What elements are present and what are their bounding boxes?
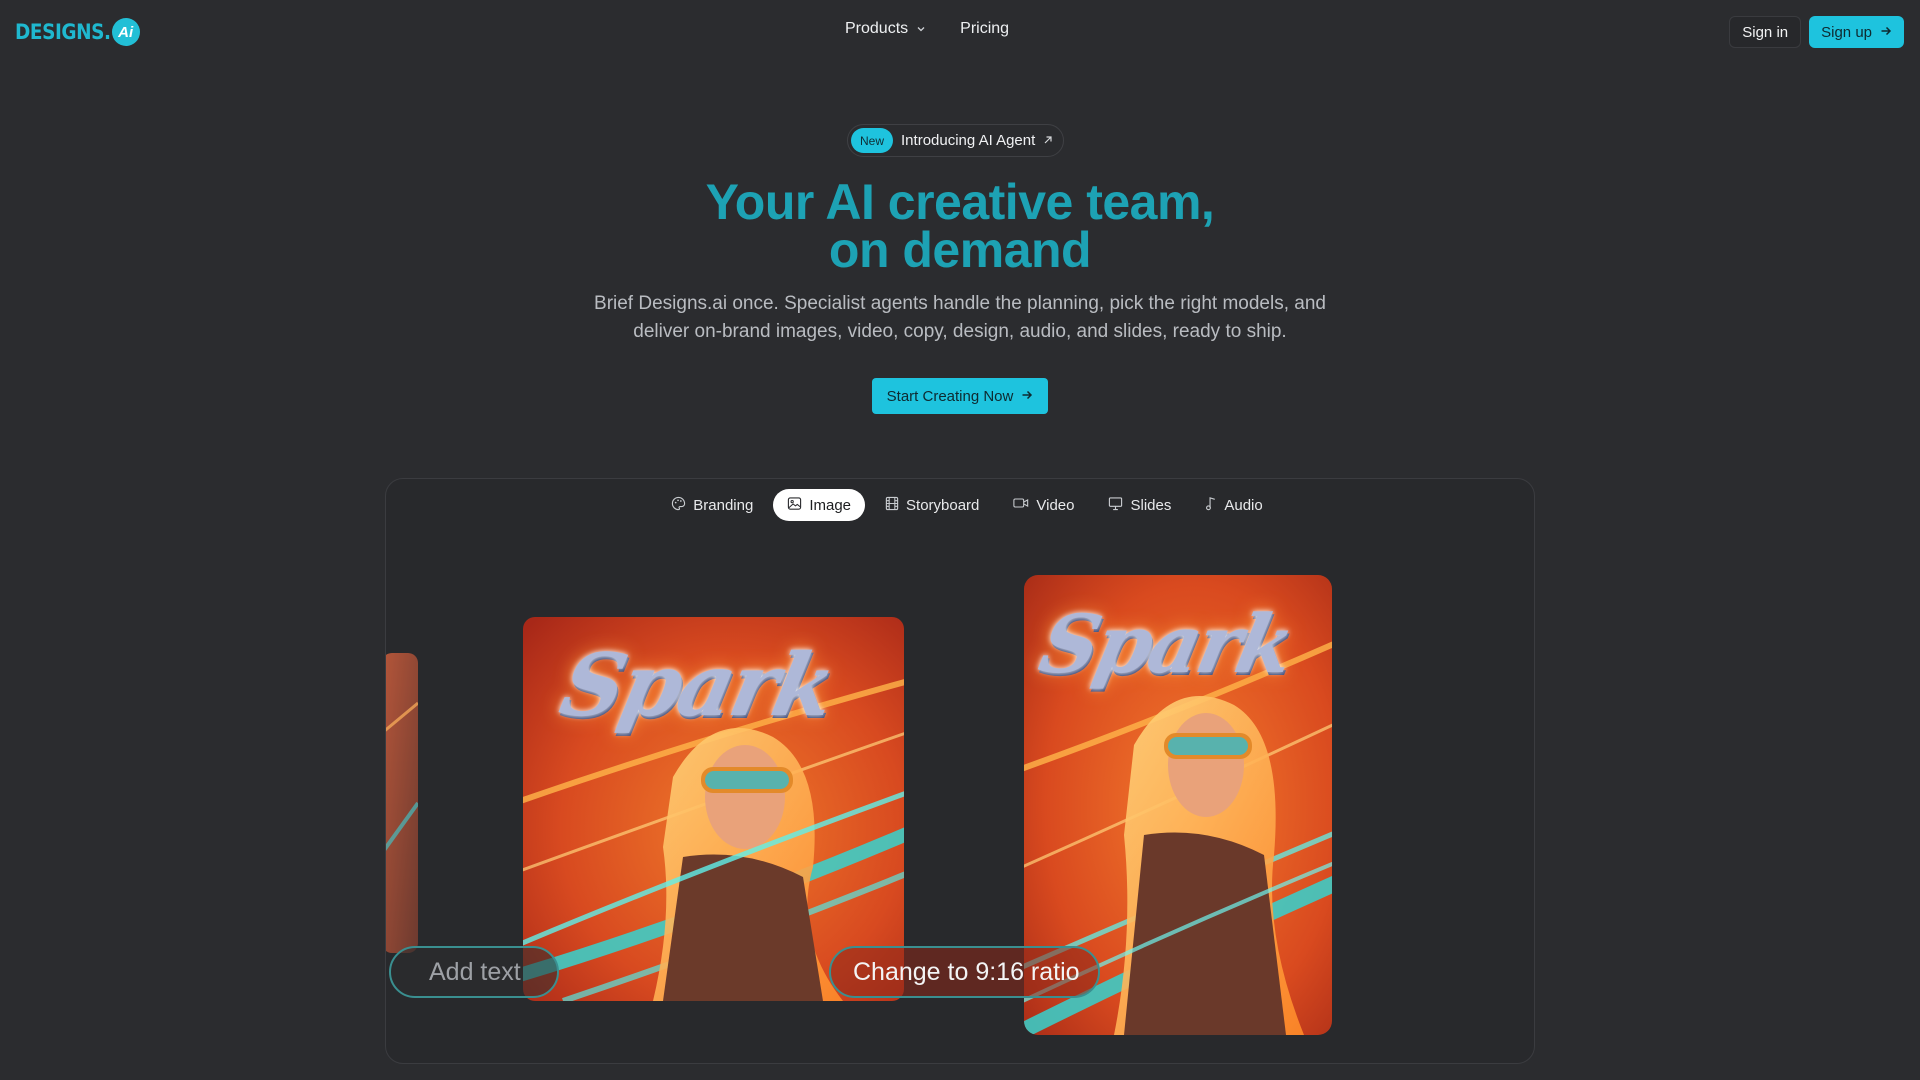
- change-ratio-chip[interactable]: Change to 9:16 ratio: [829, 946, 1100, 998]
- arrow-up-right-icon: [1043, 132, 1053, 149]
- logo-badge: Ai: [111, 18, 140, 46]
- tab-video-label: Video: [1036, 496, 1075, 514]
- logo-text: DESIGNS.: [15, 20, 111, 44]
- hero-subtitle-line2: deliver on-brand images, video, copy, de…: [633, 321, 1287, 342]
- film-icon: [885, 496, 899, 515]
- tab-audio-label: Audio: [1224, 496, 1263, 514]
- hero-title: Your AI creative team, on demand: [0, 177, 1920, 275]
- start-creating-button[interactable]: Start Creating Now: [872, 378, 1048, 414]
- tab-audio[interactable]: Audio: [1191, 489, 1276, 521]
- arrow-right-icon: [1021, 388, 1033, 405]
- hero-subtitle-line1: Brief Designs.ai once. Specialist agents…: [594, 293, 1326, 314]
- nav-products-label: Products: [845, 20, 909, 37]
- announcement-text: Introducing AI Agent: [901, 132, 1036, 149]
- showcase-panel: Branding Image Storyboard Video Slides A…: [385, 478, 1535, 1064]
- tab-storyboard-label: Storyboard: [906, 496, 980, 514]
- cta-label: Start Creating Now: [886, 387, 1014, 405]
- palette-icon: [671, 496, 686, 515]
- new-badge: New: [851, 128, 894, 153]
- add-text-chip[interactable]: Add text: [389, 946, 559, 998]
- tab-video[interactable]: Video: [999, 489, 1088, 521]
- music-note-icon: [1205, 496, 1217, 515]
- tab-image-label: Image: [809, 496, 852, 514]
- announcement-pill[interactable]: New Introducing AI Agent: [847, 124, 1065, 157]
- image-icon: [787, 496, 802, 515]
- presentation-icon: [1108, 496, 1123, 515]
- top-navigation: DESIGNS. Ai Products Pricing Sign in Sig…: [0, 0, 1920, 64]
- poster-spark-word: Spark: [1032, 597, 1301, 691]
- hero-title-line2: on demand: [828, 222, 1092, 278]
- tab-image[interactable]: Image: [773, 489, 866, 521]
- chevron-down-icon: [916, 24, 926, 34]
- tab-storyboard[interactable]: Storyboard: [871, 489, 993, 521]
- tab-slides[interactable]: Slides: [1094, 489, 1185, 521]
- nav-pricing[interactable]: Pricing: [960, 20, 1009, 38]
- video-icon: [1013, 496, 1029, 514]
- square-spark-poster[interactable]: Spark: [523, 617, 904, 1001]
- nav-products[interactable]: Products: [845, 20, 926, 38]
- main-nav: Products Pricing: [845, 20, 1009, 38]
- designs-ai-logo[interactable]: DESIGNS. Ai: [15, 18, 140, 46]
- poster-spark-word: Spark: [552, 635, 842, 736]
- arrow-right-icon: [1880, 24, 1892, 41]
- hero-subtitle: Brief Designs.ai once. Specialist agents…: [560, 290, 1360, 346]
- sign-up-label: Sign up: [1821, 23, 1872, 41]
- sign-up-button[interactable]: Sign up: [1809, 16, 1904, 48]
- sign-in-button[interactable]: Sign in: [1729, 16, 1802, 48]
- nav-pricing-label: Pricing: [960, 20, 1010, 37]
- auth-buttons: Sign in Sign up: [1729, 16, 1904, 48]
- previous-image-card[interactable]: [386, 653, 418, 953]
- tab-branding[interactable]: Branding: [657, 489, 767, 521]
- showcase-tabs: Branding Image Storyboard Video Slides A…: [386, 489, 1534, 521]
- tab-branding-label: Branding: [693, 496, 754, 514]
- tab-slides-label: Slides: [1130, 496, 1172, 514]
